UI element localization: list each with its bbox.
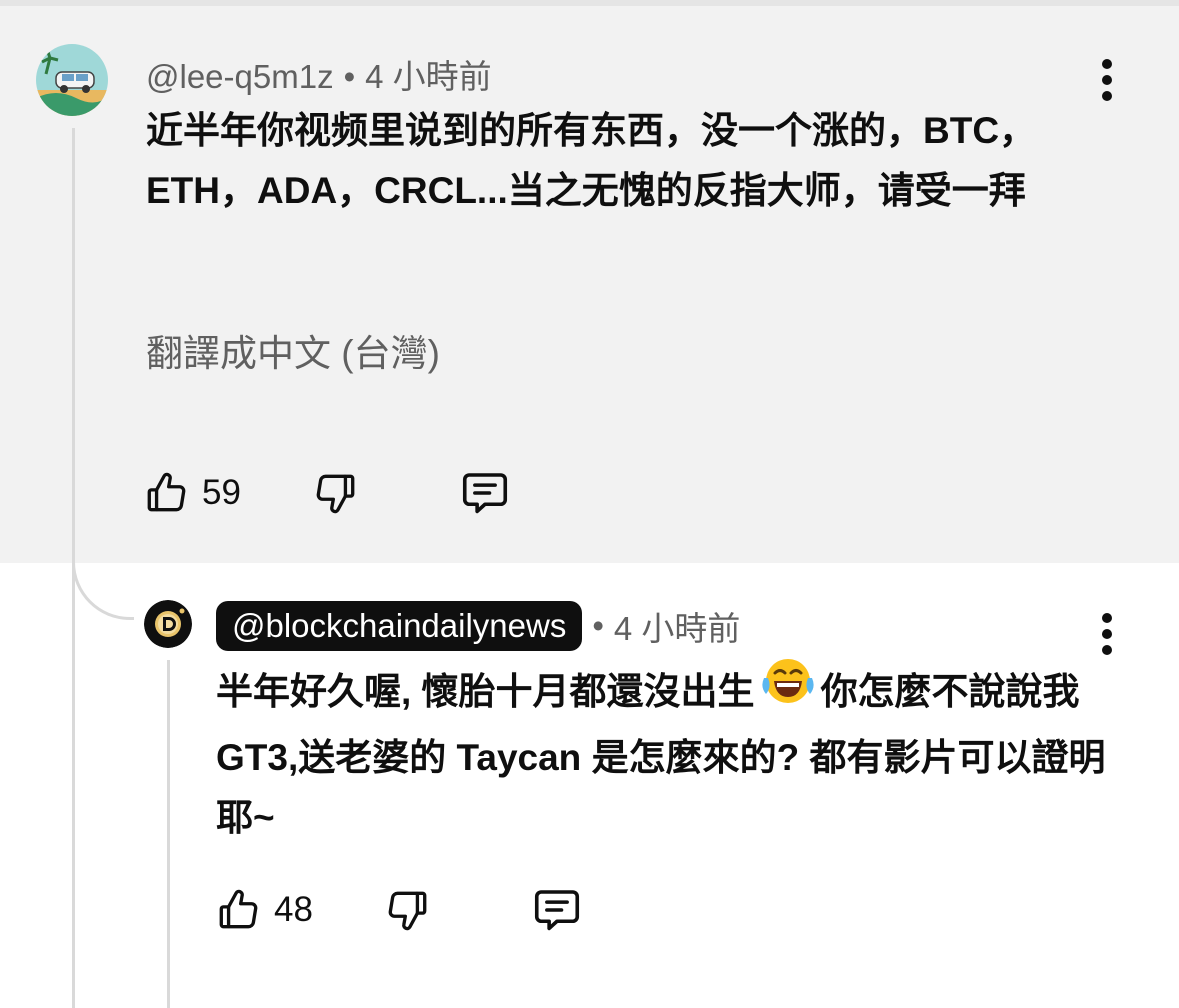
dislike-button[interactable] — [382, 885, 432, 935]
reply-text-part1: 半年好久喔, 懷胎十月都還沒出生 — [216, 670, 755, 712]
reply-meta: @blockchaindailynews • 4 小時前 — [216, 600, 740, 652]
like-button[interactable] — [214, 885, 264, 935]
comment-more-button[interactable] — [1092, 58, 1122, 102]
comment-icon — [534, 890, 580, 931]
creator-handle-badge[interactable]: @blockchaindailynews — [216, 601, 583, 651]
creator-avatar[interactable] — [144, 600, 192, 648]
commenter-handle[interactable]: @lee-q5m1z — [146, 58, 334, 95]
more-vert-icon — [1102, 59, 1112, 101]
comment-actions: 59 — [142, 466, 512, 520]
more-vert-icon — [1102, 613, 1112, 655]
comment-icon — [462, 473, 508, 514]
dislike-button[interactable] — [310, 468, 360, 518]
meta-separator: • — [343, 58, 356, 95]
translate-link[interactable]: 翻譯成中文 (台灣) — [146, 323, 440, 377]
like-count: 48 — [274, 890, 313, 929]
comment-text: 近半年你视频里说到的所有东西，没一个涨的，BTC，ETH，ADA，CRCL...… — [146, 110, 1037, 211]
commenter-avatar[interactable] — [36, 44, 108, 116]
reply-more-button[interactable] — [1092, 612, 1122, 656]
thumbs-up-icon — [219, 889, 258, 929]
laughing-tears-emoji-icon — [761, 656, 815, 724]
comment-time[interactable]: 4 小時前 — [365, 58, 492, 95]
meta-separator: • — [592, 607, 604, 644]
comment-meta: @lee-q5m1z • 4 小時前 — [146, 50, 492, 98]
reply-button[interactable] — [530, 883, 584, 937]
reply-button[interactable] — [458, 466, 512, 520]
thumbs-up-icon — [147, 472, 186, 512]
thumbs-down-icon — [388, 891, 427, 931]
reply-text: 半年好久喔, 懷胎十月都還沒出生 你怎麼不說說我 GT3,送老婆的 Taycan… — [216, 659, 1116, 848]
like-count: 59 — [202, 473, 241, 512]
thread-connector — [72, 540, 134, 620]
reply-time[interactable]: 4 小時前 — [614, 602, 741, 650]
thumbs-down-icon — [316, 474, 355, 514]
reply-thread-line — [167, 660, 170, 1008]
reply-actions: 48 — [214, 883, 584, 937]
like-button[interactable] — [142, 468, 192, 518]
